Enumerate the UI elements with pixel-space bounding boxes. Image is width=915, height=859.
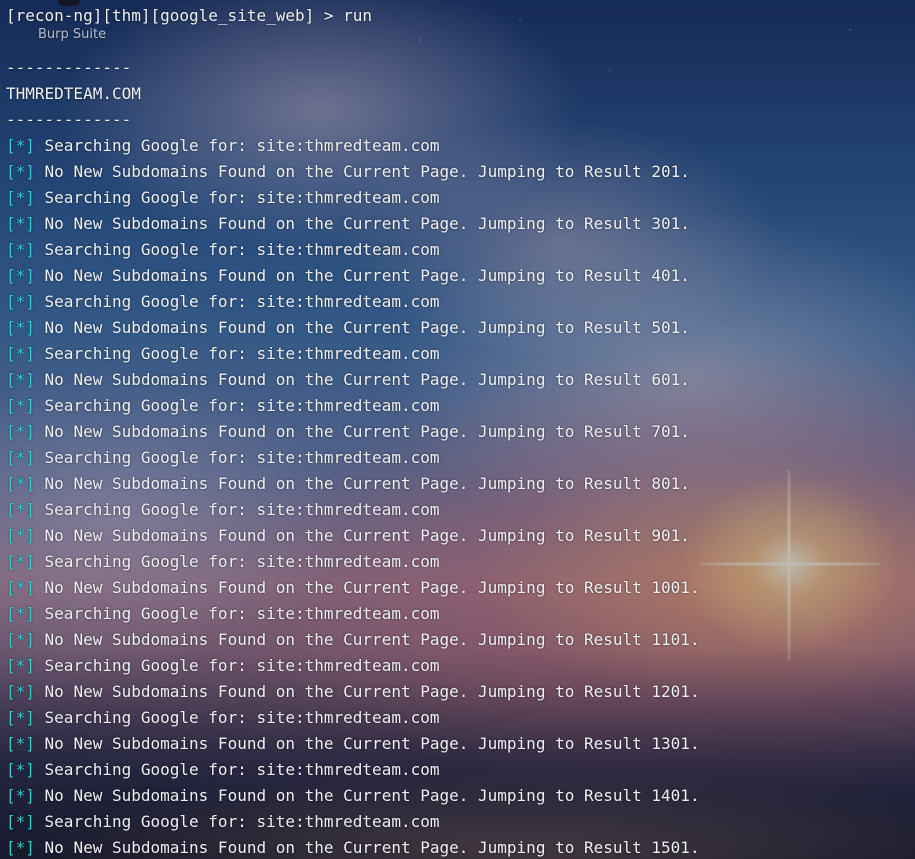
status-marker: [*]	[6, 578, 35, 597]
status-marker: [*]	[6, 214, 35, 233]
output-text: No New Subdomains Found on the Current P…	[34, 838, 700, 857]
status-marker: [*]	[6, 136, 35, 155]
output-line: [*] No New Subdomains Found on the Curre…	[6, 835, 700, 859]
output-text: No New Subdomains Found on the Current P…	[34, 734, 700, 753]
output-text: No New Subdomains Found on the Current P…	[34, 786, 700, 805]
output-text: No New Subdomains Found on the Current P…	[34, 422, 690, 441]
output-text: Searching Google for: site:thmredteam.co…	[34, 812, 440, 831]
output-text: Searching Google for: site:thmredteam.co…	[34, 500, 440, 519]
status-marker: [*]	[6, 760, 35, 779]
status-marker: [*]	[6, 656, 35, 675]
terminal-window[interactable]: [recon-ng][thm][google_site_web] > run B…	[0, 0, 915, 859]
separator-line-top: -------------	[6, 58, 132, 77]
status-marker: [*]	[6, 552, 35, 571]
output-line: [*] No New Subdomains Found on the Curre…	[6, 263, 690, 289]
output-text: Searching Google for: site:thmredteam.co…	[34, 656, 440, 675]
output-line: [*] Searching Google for: site:thmredtea…	[6, 757, 439, 783]
status-marker: [*]	[6, 370, 35, 389]
output-line: [*] Searching Google for: site:thmredtea…	[6, 809, 439, 835]
status-marker: [*]	[6, 344, 35, 363]
status-marker: [*]	[6, 318, 35, 337]
output-line: [*] Searching Google for: site:thmredtea…	[6, 497, 439, 523]
output-line: [*] Searching Google for: site:thmredtea…	[6, 601, 439, 627]
output-line: [*] Searching Google for: site:thmredtea…	[6, 549, 439, 575]
output-line: [*] No New Subdomains Found on the Curre…	[6, 575, 700, 601]
output-text: Searching Google for: site:thmredteam.co…	[34, 292, 440, 311]
status-marker: [*]	[6, 188, 35, 207]
output-text: No New Subdomains Found on the Current P…	[34, 318, 690, 337]
status-marker: [*]	[6, 240, 35, 259]
status-marker: [*]	[6, 448, 35, 467]
burp-suite-desktop-label[interactable]: Burp Suite	[38, 27, 106, 43]
output-text: Searching Google for: site:thmredteam.co…	[34, 136, 440, 155]
output-line: [*] No New Subdomains Found on the Curre…	[6, 419, 690, 445]
status-marker: [*]	[6, 682, 35, 701]
status-marker: [*]	[6, 630, 35, 649]
status-marker: [*]	[6, 812, 35, 831]
output-line: [*] Searching Google for: site:thmredtea…	[6, 341, 439, 367]
status-marker: [*]	[6, 162, 35, 181]
output-line: [*] No New Subdomains Found on the Curre…	[6, 315, 690, 341]
output-text: Searching Google for: site:thmredteam.co…	[34, 448, 440, 467]
status-marker: [*]	[6, 292, 35, 311]
output-text: No New Subdomains Found on the Current P…	[34, 370, 690, 389]
burp-suite-icon	[58, 0, 80, 6]
output-text: Searching Google for: site:thmredteam.co…	[34, 552, 440, 571]
status-marker: [*]	[6, 474, 35, 493]
status-marker: [*]	[6, 396, 35, 415]
output-text: Searching Google for: site:thmredteam.co…	[34, 708, 440, 727]
status-marker: [*]	[6, 604, 35, 623]
output-line: [*] Searching Google for: site:thmredtea…	[6, 393, 439, 419]
status-marker: [*]	[6, 786, 35, 805]
status-marker: [*]	[6, 422, 35, 441]
output-line: [*] No New Subdomains Found on the Curre…	[6, 679, 700, 705]
output-line: [*] Searching Google for: site:thmredtea…	[6, 289, 439, 315]
output-line: [*] Searching Google for: site:thmredtea…	[6, 445, 439, 471]
output-line: [*] Searching Google for: site:thmredtea…	[6, 705, 439, 731]
target-domain-heading: THMREDTEAM.COM	[6, 84, 141, 103]
separator-line-bottom: -------------	[6, 110, 132, 129]
output-text: Searching Google for: site:thmredteam.co…	[34, 240, 440, 259]
output-line: [*] Searching Google for: site:thmredtea…	[6, 653, 439, 679]
output-line: [*] No New Subdomains Found on the Curre…	[6, 471, 690, 497]
output-text: No New Subdomains Found on the Current P…	[34, 526, 690, 545]
output-line: [*] Searching Google for: site:thmredtea…	[6, 185, 439, 211]
output-text: No New Subdomains Found on the Current P…	[34, 162, 690, 181]
output-line: [*] No New Subdomains Found on the Curre…	[6, 159, 690, 185]
status-marker: [*]	[6, 838, 35, 857]
status-marker: [*]	[6, 734, 35, 753]
output-line: [*] No New Subdomains Found on the Curre…	[6, 783, 700, 809]
output-text: No New Subdomains Found on the Current P…	[34, 214, 690, 233]
output-text: No New Subdomains Found on the Current P…	[34, 474, 690, 493]
output-text: No New Subdomains Found on the Current P…	[34, 630, 700, 649]
output-text: No New Subdomains Found on the Current P…	[34, 266, 690, 285]
output-text: Searching Google for: site:thmredteam.co…	[34, 604, 440, 623]
status-marker: [*]	[6, 266, 35, 285]
output-line: [*] No New Subdomains Found on the Curre…	[6, 731, 700, 757]
output-text: No New Subdomains Found on the Current P…	[34, 682, 700, 701]
output-text: Searching Google for: site:thmredteam.co…	[34, 396, 440, 415]
status-marker: [*]	[6, 708, 35, 727]
output-line: [*] No New Subdomains Found on the Curre…	[6, 523, 690, 549]
output-text: Searching Google for: site:thmredteam.co…	[34, 188, 440, 207]
output-line: [*] Searching Google for: site:thmredtea…	[6, 237, 439, 263]
output-line: [*] Searching Google for: site:thmredtea…	[6, 133, 439, 159]
command-prompt: [recon-ng][thm][google_site_web] > run	[6, 6, 373, 25]
status-marker: [*]	[6, 500, 35, 519]
output-text: No New Subdomains Found on the Current P…	[34, 578, 700, 597]
output-line: [*] No New Subdomains Found on the Curre…	[6, 211, 690, 237]
output-text: Searching Google for: site:thmredteam.co…	[34, 760, 440, 779]
output-line: [*] No New Subdomains Found on the Curre…	[6, 367, 690, 393]
output-line: [*] No New Subdomains Found on the Curre…	[6, 627, 700, 653]
status-marker: [*]	[6, 526, 35, 545]
output-text: Searching Google for: site:thmredteam.co…	[34, 344, 440, 363]
